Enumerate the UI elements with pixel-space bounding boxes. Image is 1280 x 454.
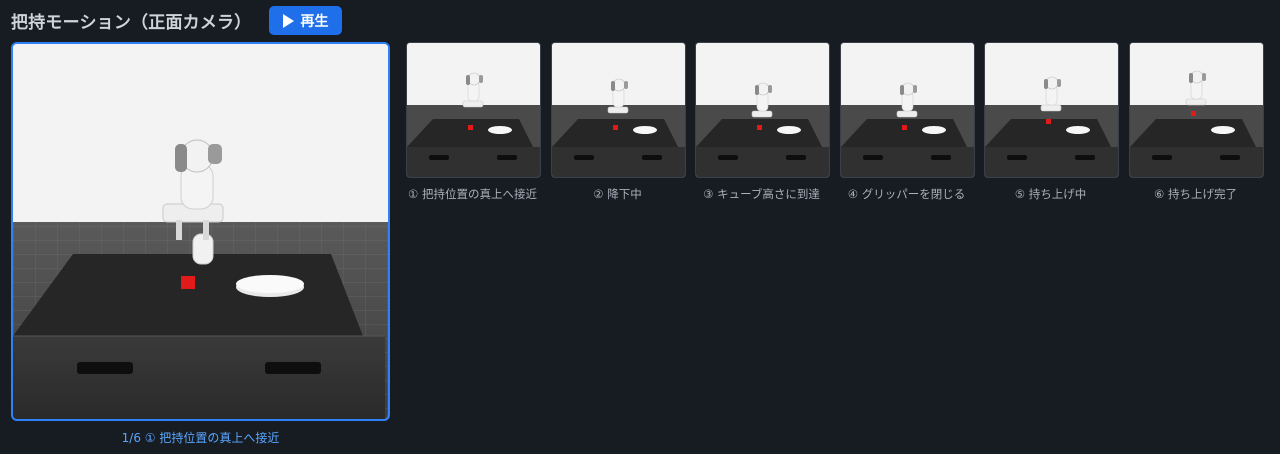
page-title: 把持モーション（正面カメラ） (11, 13, 252, 33)
thumbnail-image (841, 43, 974, 177)
play-button[interactable]: 再生 (269, 6, 343, 35)
thumbnail-image (552, 43, 685, 177)
frame-counter: 1/6 (121, 431, 141, 445)
main-frame-viewer[interactable] (11, 42, 390, 421)
thumbnail-caption: ④ グリッパーを閉じる (847, 187, 966, 201)
thumbnail-image (1130, 43, 1263, 177)
thumbnail-lift-complete[interactable] (1129, 42, 1264, 178)
thumbnail-image (407, 43, 540, 177)
frame-title: ① 把持位置の真上へ接近 (144, 431, 280, 445)
scene-image (13, 44, 388, 419)
thumbnail-image (985, 43, 1118, 177)
play-button-label: 再生 (300, 13, 329, 30)
thumbnail-caption: ① 把持位置の真上へ接近 (408, 187, 537, 201)
thumbnail-descending[interactable] (551, 42, 686, 178)
thumbnail-caption: ⑥ 持ち上げ完了 (1154, 187, 1237, 201)
thumbnail-caption: ⑤ 持ち上げ中 (1014, 187, 1087, 201)
thumbnail-approach[interactable] (406, 42, 541, 178)
thumbnail-caption: ③ キューブ高さに到達 (703, 187, 820, 201)
thumbnail-lifting[interactable] (984, 42, 1119, 178)
thumbnail-caption: ② 降下中 (593, 187, 642, 201)
thumbnail-cube-height[interactable] (695, 42, 830, 178)
thumbnail-image (696, 43, 829, 177)
header: 把持モーション（正面カメラ） 再生 (11, 6, 343, 35)
thumbnail-close-gripper[interactable] (840, 42, 975, 178)
viewer-caption: 1/6 ① 把持位置の真上へ接近 (11, 429, 390, 446)
play-icon (283, 13, 295, 28)
